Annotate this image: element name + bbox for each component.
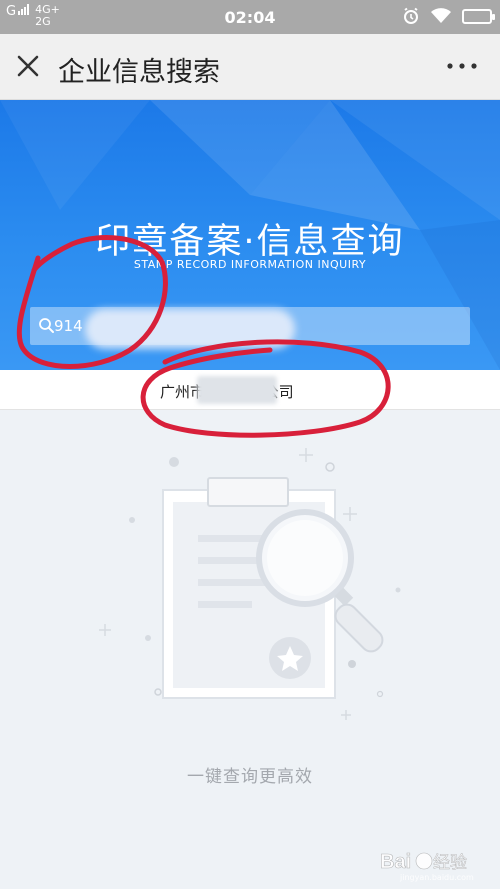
svg-text:Bai: Bai	[380, 851, 411, 873]
empty-state-illustration	[99, 448, 401, 720]
search-value: 914	[54, 317, 83, 335]
page-title: 企业信息搜索	[58, 57, 220, 88]
search-result-item[interactable]: 广州市 有限公司	[0, 370, 500, 410]
more-dots-icon[interactable]	[442, 54, 482, 78]
wifi-icon	[431, 8, 451, 23]
status-icons	[402, 7, 495, 25]
hero-banner: 印章备案·信息查询 STAMP RECORD INFORMATION INQUI…	[0, 100, 500, 370]
alarm-icon	[404, 7, 418, 24]
svg-text:经验: 经验	[433, 853, 467, 873]
svg-text:jingyan.baidu.com: jingyan.baidu.com	[399, 873, 474, 882]
hero-title: 印章备案·信息查询	[95, 222, 405, 262]
hero-subtitle: STAMP RECORD INFORMATION INQUIRY	[133, 258, 367, 271]
search-input[interactable]: 914	[30, 307, 470, 349]
empty-state-text: 一键查询更高效	[187, 767, 313, 787]
redacted-region	[85, 309, 295, 349]
baidu-jingyan-watermark-logo: Bai 经验 jingyan.baidu.com	[380, 851, 474, 882]
status-bar: G 4G+ 2G 02:04	[0, 0, 500, 34]
title-bar: 企业信息搜索	[0, 34, 500, 100]
battery-icon	[462, 8, 495, 24]
close-icon[interactable]	[14, 52, 42, 80]
redacted-region	[197, 376, 277, 404]
